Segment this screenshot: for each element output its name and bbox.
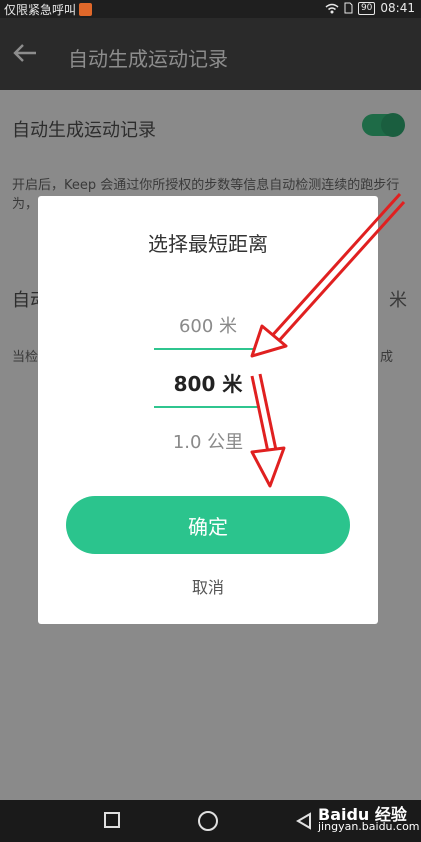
sim-icon bbox=[344, 2, 353, 14]
picker-option-800m-selected[interactable]: 800 米 bbox=[38, 368, 378, 397]
toggle-knob bbox=[381, 113, 405, 137]
notification-app-icon bbox=[79, 3, 93, 16]
status-left: 仅限紧急呼叫 bbox=[4, 1, 93, 18]
picker-selection-line-top bbox=[154, 348, 260, 350]
min-distance-hint-end: 成 bbox=[379, 350, 393, 365]
wifi-icon bbox=[325, 3, 339, 13]
picker-option-1km[interactable]: 1.0 公里 bbox=[38, 428, 378, 454]
auto-record-label: 自动生成运动记录 bbox=[12, 120, 156, 141]
status-bar: 仅限紧急呼叫 90 08:41 bbox=[0, 0, 421, 18]
min-distance-hint: 当检 bbox=[12, 350, 39, 365]
auto-record-toggle[interactable] bbox=[362, 113, 405, 137]
emergency-only-text: 仅限紧急呼叫 bbox=[4, 3, 77, 17]
back-arrow-icon[interactable] bbox=[12, 40, 38, 66]
home-button-icon[interactable] bbox=[198, 811, 218, 831]
page-title: 自动生成运动记录 bbox=[68, 47, 228, 71]
clock: 08:41 bbox=[380, 1, 415, 15]
recents-button-icon[interactable] bbox=[104, 812, 120, 828]
cancel-button[interactable]: 取消 bbox=[38, 574, 378, 598]
min-distance-value: 米 bbox=[389, 290, 407, 311]
battery-icon: 90 bbox=[357, 1, 376, 15]
baidu-jingyan-url: jingyan.baidu.com bbox=[318, 820, 420, 833]
dialog-title: 选择最短距离 bbox=[148, 232, 268, 256]
status-right: 90 08:41 bbox=[325, 1, 415, 15]
confirm-button[interactable]: 确定 bbox=[66, 496, 350, 554]
distance-picker-dialog: 选择最短距离 600 米 800 米 1.0 公里 确定 取消 bbox=[38, 196, 378, 624]
nav-back-icon[interactable] bbox=[294, 811, 314, 831]
picker-option-600m[interactable]: 600 米 bbox=[38, 312, 378, 338]
picker-selection-line-bottom bbox=[154, 406, 260, 408]
app-bar: 自动生成运动记录 bbox=[0, 18, 421, 90]
